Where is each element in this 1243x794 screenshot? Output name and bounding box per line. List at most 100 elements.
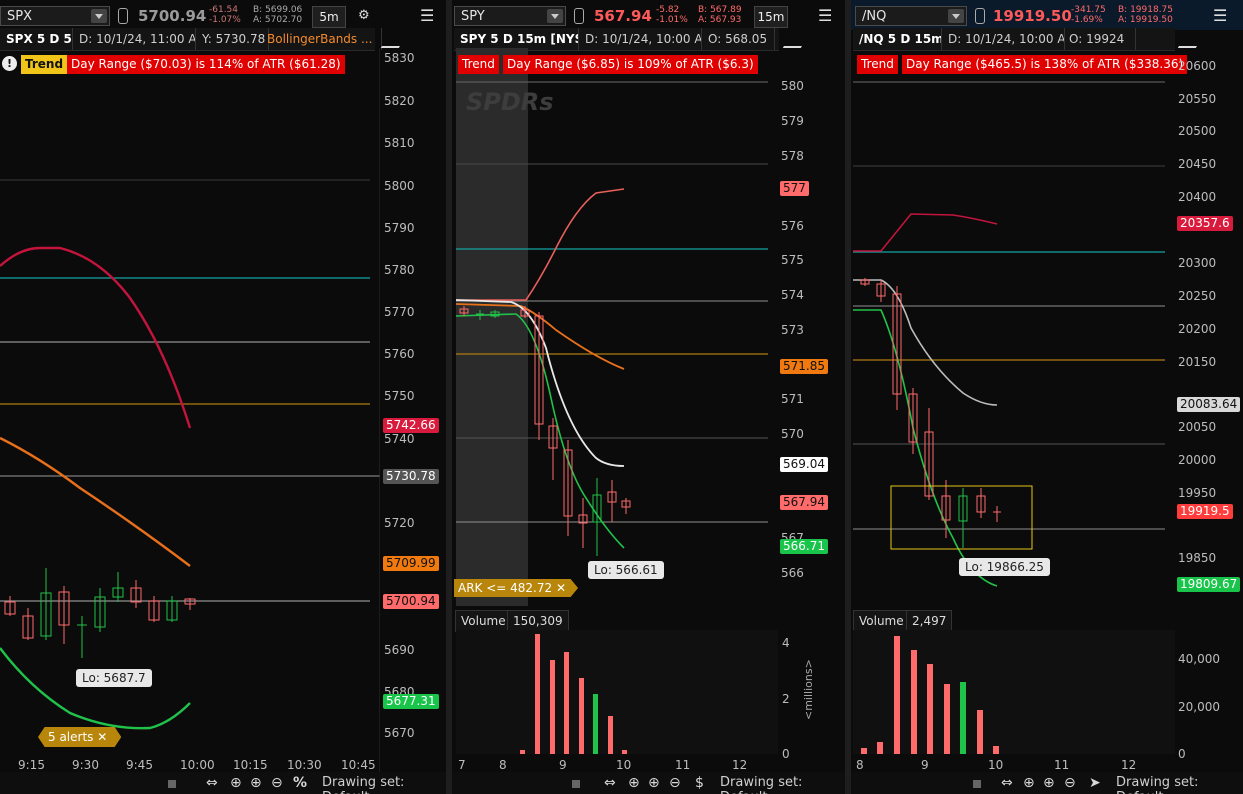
chevron-down-icon[interactable] — [547, 9, 563, 23]
zoom-in-icon[interactable]: ⊕ — [648, 775, 660, 791]
price-chart[interactable] — [0, 48, 380, 774]
y-tick: 20550 — [1178, 92, 1217, 106]
crosshair-icon[interactable]: ⊕ — [1023, 775, 1035, 791]
pct-change: -1.69% — [1071, 15, 1103, 25]
vwap-line — [456, 299, 625, 467]
date-readout: D: 10/1/24, 10:00 AM — [579, 28, 702, 50]
close-icon[interactable]: ✕ — [97, 730, 107, 744]
y-tick: 20500 — [1178, 124, 1217, 138]
zoom-out-icon[interactable]: ⊖ — [271, 775, 283, 791]
drawing-tool-icon[interactable] — [782, 30, 812, 48]
candle — [40, 568, 52, 640]
vol-axis-label: <millions> — [802, 659, 815, 720]
candle — [993, 506, 1001, 522]
ark-badge[interactable]: ARK <= 482.72 ✕ — [454, 579, 579, 597]
candle — [459, 306, 469, 316]
candle — [621, 498, 631, 514]
y-tick: 5690 — [384, 643, 415, 657]
volume-chart[interactable] — [456, 630, 778, 754]
volume-bar — [622, 750, 627, 754]
vol-y-tick: 20,000 — [1178, 700, 1220, 714]
price-chart[interactable] — [853, 48, 1175, 606]
study-readout[interactable]: BollingerBands ... — [261, 28, 382, 50]
crosshair-icon[interactable]: ⊕ — [628, 775, 640, 791]
vol-y-tick: 0 — [782, 747, 790, 761]
vol-y-tick: 0 — [1178, 747, 1186, 761]
pan-icon[interactable]: ⇔ — [604, 775, 616, 791]
dollar-icon[interactable]: $ — [695, 775, 704, 791]
value-readout: Y: 5730.78 — [196, 28, 269, 50]
y-tick: 20450 — [1178, 157, 1217, 171]
y-tick: 5810 — [384, 136, 415, 150]
interval-button[interactable]: 5m — [312, 6, 346, 28]
pan-icon[interactable]: ⇔ — [206, 775, 218, 791]
volume-bar — [894, 636, 900, 754]
y-tick: 20200 — [1178, 322, 1217, 336]
y-tick: 20150 — [1178, 355, 1217, 369]
chart-title[interactable]: /NQ 5 D 15m — [853, 28, 942, 50]
price-tag-vwap: 569.04 — [780, 457, 828, 472]
link-icon[interactable] — [975, 8, 985, 24]
link-icon[interactable] — [574, 8, 584, 24]
candle — [578, 498, 588, 548]
scrollbar[interactable] — [572, 780, 580, 788]
crosshair-icon[interactable]: ⊕ — [230, 775, 242, 791]
candle — [876, 280, 886, 302]
zoom-in-icon[interactable]: ⊕ — [250, 775, 262, 791]
last-price: 567.94 — [594, 7, 652, 25]
chevron-down-icon[interactable] — [948, 9, 964, 23]
pct-change: -1.01% — [656, 15, 688, 25]
menu-icon[interactable]: ☰ — [420, 6, 434, 25]
chart-title[interactable]: SPX 5 D 5m — [0, 28, 73, 50]
net-change: -61.54 — [209, 5, 239, 15]
candle — [976, 488, 986, 518]
alerts-badge[interactable]: 5 alerts ✕ — [38, 727, 122, 747]
drawing-set-label[interactable]: Drawing set: Default — [720, 775, 845, 794]
candle — [548, 418, 558, 480]
price-chart[interactable] — [456, 48, 778, 606]
price-tag-mid: 571.85 — [780, 359, 828, 374]
y-tick: 5760 — [384, 347, 415, 361]
scrollbar[interactable] — [973, 780, 981, 788]
last-price: 19919.50 — [993, 7, 1072, 25]
menu-icon[interactable]: ☰ — [818, 6, 832, 25]
x-tick: 9:15 — [18, 758, 45, 772]
close-icon[interactable]: ✕ — [556, 581, 566, 595]
drawing-set-label[interactable]: Drawing set: Default — [322, 775, 446, 794]
price-tag-upper-band: 5742.66 — [383, 418, 439, 433]
volume-chart[interactable] — [853, 630, 1175, 754]
drawing-set-label[interactable]: Drawing set: Default — [1116, 775, 1243, 794]
interval-button[interactable]: 15m — [754, 6, 788, 28]
menu-icon[interactable]: ☰ — [1213, 6, 1227, 25]
volume-value: 2,497 — [906, 610, 953, 632]
x-tick: 8 — [856, 758, 864, 772]
chevron-down-icon[interactable] — [91, 9, 107, 23]
x-tick: 8 — [499, 758, 507, 772]
zoom-in-icon[interactable]: ⊕ — [1043, 775, 1055, 791]
symbol-input[interactable]: /NQ — [855, 6, 967, 26]
percent-icon[interactable]: % — [293, 775, 307, 791]
symbol-input[interactable]: SPX — [0, 6, 110, 26]
x-tick: 11 — [1054, 758, 1070, 772]
price-tag-orange: 5709.99 — [383, 556, 439, 571]
zoom-out-icon[interactable]: ⊖ — [1064, 775, 1076, 791]
candle — [958, 488, 968, 548]
y-tick: 578 — [781, 149, 804, 163]
pan-icon[interactable]: ⇔ — [1001, 775, 1013, 791]
symbol-input[interactable]: SPY — [454, 6, 566, 26]
drawing-tool-icon[interactable] — [380, 30, 410, 48]
cursor-icon[interactable]: ➤ — [1089, 775, 1101, 791]
volume-bar — [877, 742, 883, 754]
scrollbar[interactable] — [168, 780, 176, 788]
bid-price: B: 567.89 — [698, 5, 742, 15]
zoom-out-icon[interactable]: ⊖ — [669, 775, 681, 791]
volume-label: Volume — [853, 610, 910, 632]
link-icon[interactable] — [118, 8, 128, 24]
chart-title[interactable]: SPY 5 D 15m [NYSE] — [454, 28, 579, 50]
upper-band-line — [456, 188, 625, 301]
drawing-tool-icon[interactable] — [1177, 30, 1207, 48]
grid-lines — [0, 179, 370, 477]
style-icon[interactable]: ⚙ — [358, 8, 370, 23]
x-tick: 12 — [732, 758, 748, 772]
net-change: -341.75 — [1071, 5, 1106, 15]
